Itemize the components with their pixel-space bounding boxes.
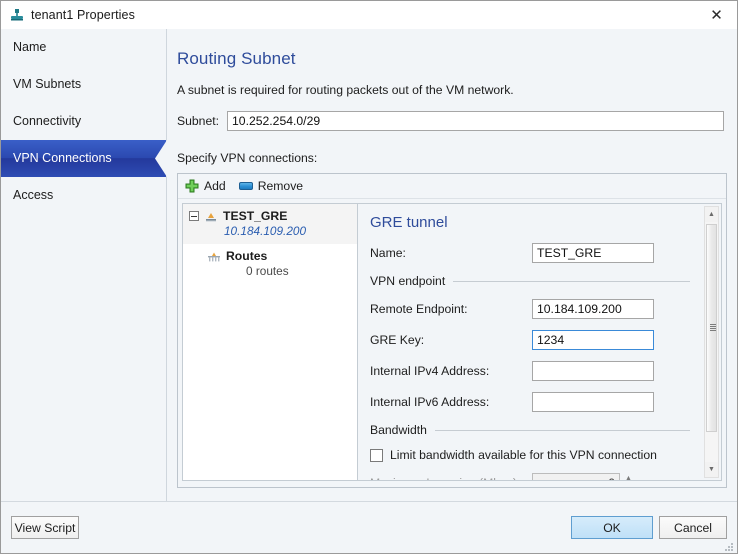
internal-ipv6-label: Internal IPv6 Address:	[370, 395, 490, 409]
internal-ipv6-input[interactable]	[532, 392, 654, 412]
internal-ipv4-row: Internal IPv4 Address:	[370, 361, 710, 381]
view-script-button[interactable]: View Script	[11, 516, 79, 539]
sidebar-item-connectivity[interactable]: Connectivity	[1, 103, 166, 140]
vpn-connections-box: Add Remove TEST_GRE 10.184.109.200 Route…	[177, 173, 727, 488]
detail-scrollbar[interactable]: ▲ ▼	[704, 206, 719, 478]
window-title: tenant1 Properties	[31, 8, 135, 22]
specify-vpn-label: Specify VPN connections:	[177, 151, 318, 165]
subnet-row: Subnet:	[177, 111, 727, 131]
sidebar-item-label: VPN Connections	[13, 151, 112, 165]
gre-key-label: GRE Key:	[370, 333, 425, 347]
tree-node-label: Routes	[226, 249, 268, 263]
vpn-detail-pane: GRE tunnel Name: VPN endpoint Remote End	[358, 203, 722, 481]
minus-icon	[238, 182, 253, 190]
dialog-body: Name VM Subnets Connectivity VPN Connect…	[1, 29, 737, 501]
network-tenant-icon	[9, 7, 25, 23]
remote-endpoint-label: Remote Endpoint:	[370, 302, 468, 316]
tree-node-sub: 10.184.109.200	[224, 224, 307, 238]
ok-button[interactable]: OK	[571, 516, 653, 539]
limit-bandwidth-label: Limit bandwidth available for this VPN c…	[390, 448, 657, 462]
cancel-button[interactable]: Cancel	[659, 516, 727, 539]
plus-icon	[185, 179, 199, 193]
content-pane: Routing Subnet A subnet is required for …	[167, 29, 737, 501]
spinner-buttons[interactable]: ▲ ▼	[622, 473, 635, 480]
dialog-footer: View Script OK Cancel	[1, 501, 737, 553]
selection-chevron-icon	[155, 140, 167, 177]
scrollbar-track[interactable]	[705, 222, 718, 462]
bandwidth-group: Bandwidth	[370, 423, 690, 437]
scroll-up-icon[interactable]: ▲	[705, 207, 718, 222]
limit-bandwidth-row[interactable]: Limit bandwidth available for this VPN c…	[370, 448, 710, 462]
sidebar-item-access[interactable]: Access	[1, 177, 166, 214]
bandwidth-label: Bandwidth	[370, 423, 427, 437]
vpn-tunnel-icon	[204, 210, 218, 222]
gre-key-input[interactable]	[532, 330, 654, 350]
properties-dialog: tenant1 Properties ✕ Name VM Subnets Con…	[0, 0, 738, 554]
subnet-input[interactable]	[227, 111, 725, 131]
vpn-endpoint-group: VPN endpoint	[370, 274, 690, 288]
name-input[interactable]	[532, 243, 654, 263]
group-divider	[434, 429, 690, 431]
routes-icon	[207, 250, 221, 262]
internal-ipv4-label: Internal IPv4 Address:	[370, 364, 490, 378]
internal-ipv4-input[interactable]	[532, 361, 654, 381]
spinner-up-icon[interactable]: ▲	[622, 475, 635, 480]
close-icon[interactable]: ✕	[694, 1, 737, 29]
tree-node-sub: 0 routes	[246, 264, 289, 278]
tree-row: Routes	[207, 249, 353, 263]
vpn-endpoint-label: VPN endpoint	[370, 274, 446, 288]
remove-button[interactable]: Remove	[238, 175, 310, 197]
vpn-split: TEST_GRE 10.184.109.200 Routes 0 routes …	[178, 199, 726, 487]
vpn-toolbar: Add Remove	[178, 174, 726, 199]
max-incoming-label: Maximum Incoming (Mbps):	[370, 476, 532, 480]
page-title: Routing Subnet	[177, 49, 296, 68]
detail-form: GRE tunnel Name: VPN endpoint Remote End	[358, 204, 710, 480]
title-bar: tenant1 Properties ✕	[1, 1, 737, 29]
remote-endpoint-input[interactable]	[532, 299, 654, 319]
scroll-down-icon[interactable]: ▼	[705, 462, 718, 477]
scrollbar-grip-icon	[710, 324, 716, 332]
add-button[interactable]: Add	[185, 175, 233, 197]
remote-endpoint-row: Remote Endpoint:	[370, 299, 710, 319]
max-incoming-row: Maximum Incoming (Mbps): ▲ ▼	[370, 473, 710, 480]
remove-label: Remove	[257, 179, 304, 193]
limit-bandwidth-checkbox[interactable]	[370, 448, 383, 462]
tree-node-label: TEST_GRE	[223, 209, 288, 223]
vpn-tree: TEST_GRE 10.184.109.200 Routes 0 routes	[182, 203, 358, 481]
detail-title: GRE tunnel	[370, 214, 448, 231]
page-description: A subnet is required for routing packets…	[177, 83, 514, 97]
max-incoming-input[interactable]	[532, 473, 620, 480]
name-label: Name:	[370, 246, 406, 260]
gre-key-row: GRE Key:	[370, 330, 710, 350]
subnet-label: Subnet:	[177, 114, 220, 128]
sidebar-item-vpn-connections[interactable]: VPN Connections	[1, 140, 167, 177]
tree-node-test-gre[interactable]: TEST_GRE 10.184.109.200	[183, 204, 357, 244]
group-divider	[453, 280, 690, 282]
sidebar-item-vm-subnets[interactable]: VM Subnets	[1, 66, 166, 103]
resize-grip-icon[interactable]	[724, 542, 734, 552]
internal-ipv6-row: Internal IPv6 Address:	[370, 392, 710, 412]
sidebar-nav: Name VM Subnets Connectivity VPN Connect…	[1, 29, 167, 501]
tree-row: TEST_GRE	[189, 209, 353, 223]
scrollbar-thumb[interactable]	[706, 224, 717, 432]
tree-node-routes[interactable]: Routes 0 routes	[183, 244, 357, 284]
add-label: Add	[204, 179, 226, 193]
collapse-icon[interactable]	[189, 211, 199, 221]
max-incoming-stepper[interactable]: ▲ ▼	[532, 473, 635, 480]
sidebar-item-name[interactable]: Name	[1, 29, 166, 66]
name-row: Name:	[370, 243, 710, 263]
